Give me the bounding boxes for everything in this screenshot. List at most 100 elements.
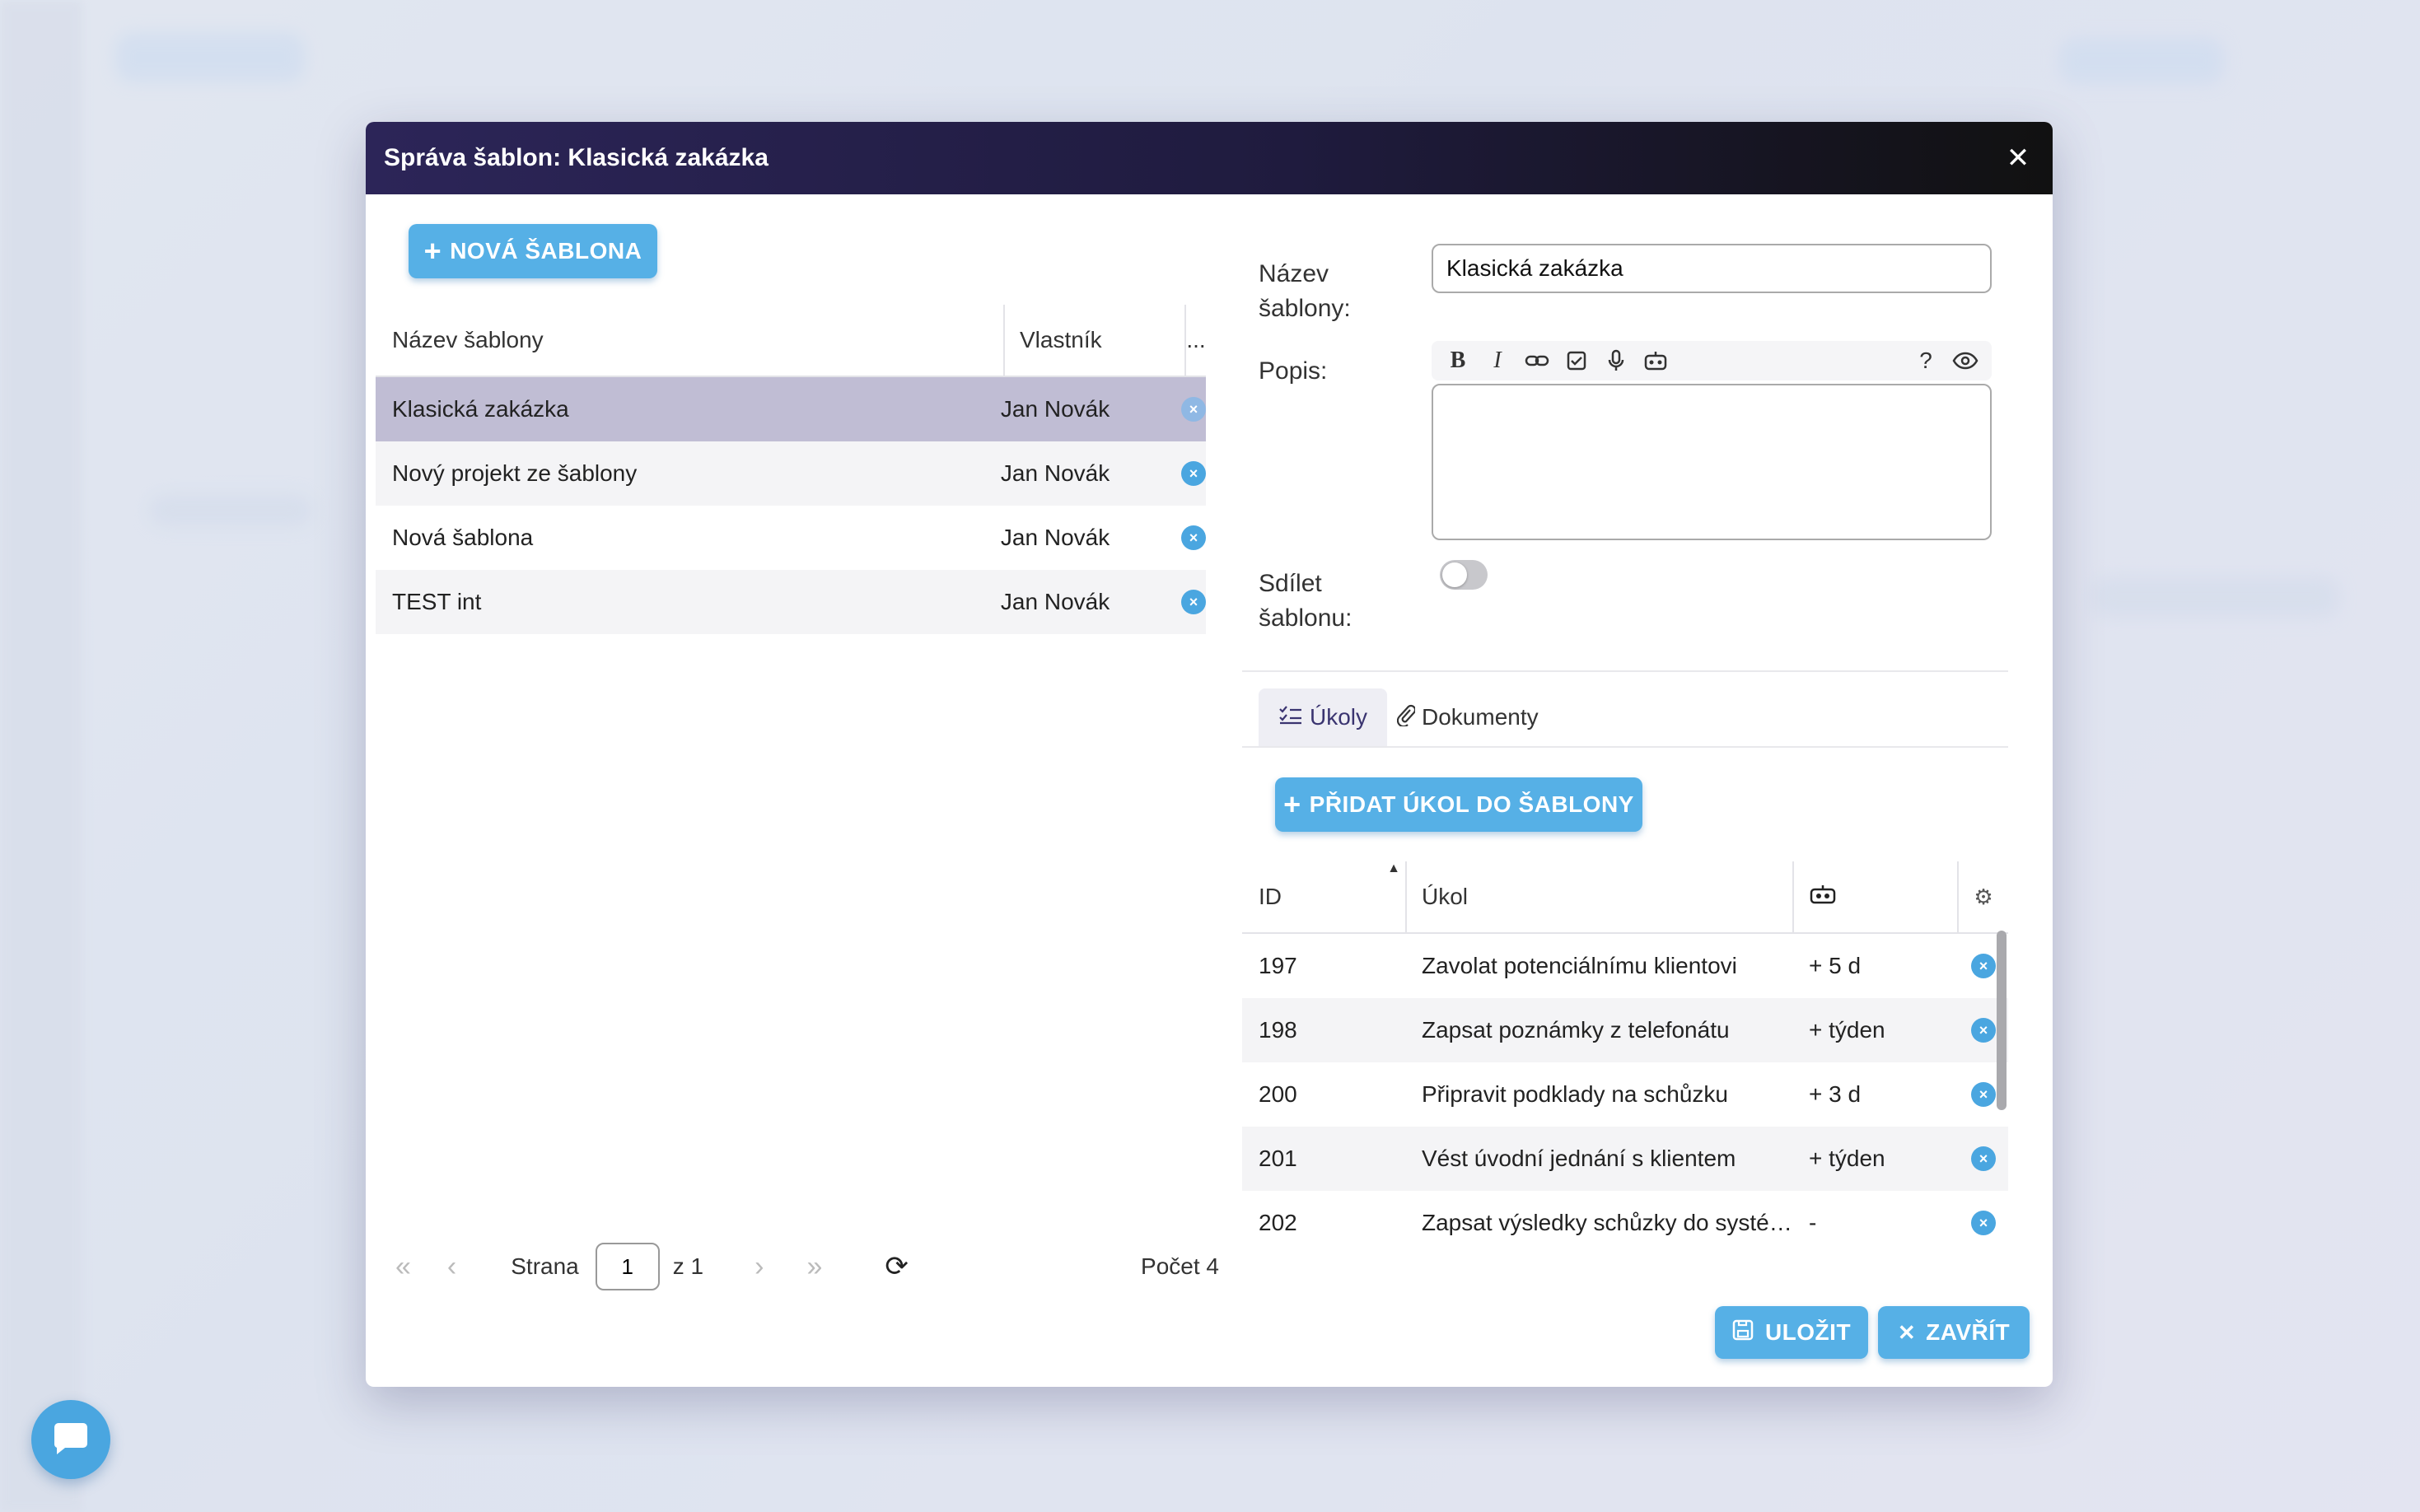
bold-icon[interactable]: B [1438, 344, 1478, 377]
tab-tasks[interactable]: Úkoly [1259, 688, 1387, 746]
save-button[interactable]: ULOŽIT [1715, 1306, 1868, 1359]
save-label: ULOŽIT [1764, 1319, 1852, 1345]
remove-icon[interactable]: × [1971, 1146, 1996, 1171]
template-row[interactable]: Nová šablona Jan Novák × [376, 506, 1206, 570]
prev-page-icon[interactable]: ‹ [447, 1251, 456, 1283]
record-count: Počet 4 [1141, 1253, 1219, 1279]
first-page-icon[interactable]: « [395, 1251, 411, 1283]
page-total: z 1 [672, 1253, 704, 1279]
task-row[interactable]: 200 Připravit podklady na schůzku + 3 d … [1242, 1062, 2008, 1127]
task-table-vertical-scrollbar[interactable] [1997, 931, 2007, 1110]
microphone-icon[interactable] [1596, 344, 1636, 377]
sort-ascending-icon: ▲ [1387, 861, 1400, 875]
checklist-icon [1278, 704, 1303, 730]
description-editor[interactable] [1432, 384, 1992, 540]
checkbox-icon[interactable] [1557, 344, 1596, 377]
share-toggle[interactable] [1440, 560, 1488, 590]
column-header-task[interactable]: Úkol [1407, 861, 1794, 932]
task-due: - [1809, 1210, 1817, 1235]
template-row[interactable]: Nový projekt ze šablony Jan Novák × [376, 441, 1206, 506]
chat-icon [52, 1420, 90, 1460]
plus-icon: + [423, 234, 442, 268]
refresh-icon[interactable]: ⟳ [885, 1250, 909, 1283]
remove-icon[interactable]: × [1971, 1018, 1996, 1043]
template-owner: Jan Novák [1000, 460, 1110, 486]
paperclip-icon [1396, 703, 1417, 732]
dialog-title: Správa šablon: Klasická zakázka [384, 144, 769, 171]
template-table-header: Název šablony Vlastník ... [376, 305, 1206, 377]
template-name-label: Název šablony: [1259, 260, 1351, 322]
task-row[interactable]: 197 Zavolat potenciálnímu klientovi + 5 … [1242, 934, 2008, 998]
italic-icon[interactable]: I [1478, 344, 1517, 377]
tab-tasks-label: Úkoly [1309, 704, 1367, 730]
remove-icon[interactable]: × [1181, 397, 1206, 422]
task-id: 198 [1259, 1017, 1297, 1043]
task-due: + 5 d [1809, 953, 1862, 978]
template-name: TEST int [392, 589, 482, 614]
task-id: 197 [1259, 953, 1297, 978]
task-title: Zapsat poznámky z telefonátu [1422, 1017, 1730, 1043]
close-icon: ✕ [1897, 1319, 1917, 1345]
column-header-owner[interactable]: Vlastník [1005, 305, 1186, 376]
template-name: Klasická zakázka [392, 396, 569, 422]
page-number-input[interactable] [595, 1243, 660, 1290]
remove-icon[interactable]: × [1181, 590, 1206, 614]
task-id: 200 [1259, 1081, 1297, 1107]
column-header-due[interactable] [1794, 861, 1959, 932]
save-icon [1732, 1319, 1754, 1346]
task-row[interactable]: 201 Vést úvodní jednání s klientem + týd… [1242, 1127, 2008, 1191]
task-id: 201 [1259, 1146, 1297, 1171]
remove-icon[interactable]: × [1971, 1082, 1996, 1107]
help-icon[interactable]: ? [1906, 344, 1946, 377]
new-template-label: NOVÁ ŠABLONA [450, 238, 642, 264]
remove-icon[interactable]: × [1181, 525, 1206, 550]
task-due: + týden [1809, 1146, 1885, 1171]
close-button[interactable]: ✕ ZAVŘÍT [1878, 1306, 2030, 1359]
link-icon[interactable] [1517, 344, 1557, 377]
template-row[interactable]: Klasická zakázka Jan Novák × [376, 377, 1206, 441]
template-table: Název šablony Vlastník ... Klasická zaká… [376, 305, 1206, 634]
column-header-name[interactable]: Název šablony [376, 305, 1005, 376]
section-divider [1242, 670, 2008, 672]
task-table-header: ID ▲ Úkol ⚙ [1242, 861, 2008, 934]
column-header-actions[interactable]: ... [1186, 327, 1206, 353]
task-row[interactable]: 198 Zapsat poznámky z telefonátu + týden… [1242, 998, 2008, 1062]
template-name: Nový projekt ze šablony [392, 460, 638, 486]
remove-icon[interactable]: × [1181, 461, 1206, 486]
tab-documents-label: Dokumenty [1422, 704, 1539, 730]
template-name: Nová šablona [392, 525, 534, 550]
add-task-label: PŘIDAT ÚKOL DO ŠABLONY [1309, 791, 1634, 817]
template-manager-dialog: Správa šablon: Klasická zakázka ✕ + NOVÁ… [366, 122, 2053, 1387]
close-icon[interactable]: ✕ [2002, 142, 2035, 175]
task-title: Vést úvodní jednání s klientem [1422, 1146, 1736, 1171]
remove-icon[interactable]: × [1971, 1211, 1996, 1235]
next-page-icon[interactable]: › [754, 1251, 764, 1283]
task-row[interactable]: 202 Zapsat výsledky schůzky do systému -… [1242, 1191, 2008, 1255]
last-page-icon[interactable]: » [806, 1251, 822, 1283]
preview-eye-icon[interactable] [1946, 344, 1985, 377]
column-header-id[interactable]: ID ▲ [1242, 861, 1407, 932]
template-name-input[interactable] [1432, 244, 1992, 293]
task-title: Připravit podklady na schůzku [1422, 1081, 1728, 1107]
add-task-button[interactable]: + PŘIDAT ÚKOL DO ŠABLONY [1275, 777, 1642, 832]
pagination: « ‹ Strana z 1 › » ⟳ Počet 4 [395, 1242, 1219, 1291]
tab-documents[interactable]: Dokumenty [1396, 688, 1539, 746]
page-label: Strana [511, 1253, 579, 1279]
column-settings[interactable]: ⚙ [1959, 861, 2008, 932]
template-owner: Jan Novák [1000, 396, 1110, 422]
editor-toolbar: B I ? [1432, 341, 1992, 380]
plus-icon: + [1283, 787, 1301, 821]
template-row[interactable]: TEST int Jan Novák × [376, 570, 1206, 634]
column-header-id-label: ID [1259, 884, 1282, 909]
remove-icon[interactable]: × [1971, 954, 1996, 978]
chat-launcher-button[interactable] [31, 1400, 110, 1479]
gear-icon: ⚙ [1974, 884, 1993, 909]
template-owner: Jan Novák [1000, 525, 1110, 550]
robot-icon[interactable] [1636, 344, 1675, 377]
tabs-divider [1242, 746, 2008, 748]
new-template-button[interactable]: + NOVÁ ŠABLONA [409, 224, 657, 278]
share-label: Sdílet šablonu: [1259, 570, 1352, 632]
robot-icon [1809, 884, 1837, 911]
task-due: + týden [1809, 1017, 1885, 1043]
dialog-header: Správa šablon: Klasická zakázka ✕ [366, 122, 2053, 194]
